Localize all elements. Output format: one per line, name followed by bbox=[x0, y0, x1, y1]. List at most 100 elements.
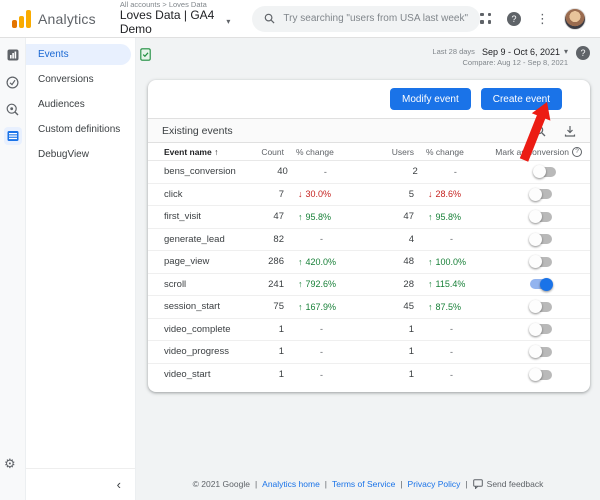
users-change: - bbox=[450, 369, 453, 380]
link-analytics-home[interactable]: Analytics home bbox=[262, 479, 320, 489]
table-row: session_start 75 ↑ 167.9% 45 ↑ 87.5% bbox=[148, 296, 590, 319]
arrow-down-icon: ↓ bbox=[298, 189, 303, 200]
table-row: click 7 ↓ 30.0% 5 ↓ 28.6% bbox=[148, 184, 590, 206]
conversion-toggle[interactable] bbox=[529, 232, 552, 246]
event-name: click bbox=[164, 188, 183, 200]
toggle-knob bbox=[529, 300, 542, 314]
conversion-toggle[interactable] bbox=[532, 165, 556, 179]
events-table-body: bens_conversion 40 - 2 - click 7 ↓ 30.0% … bbox=[148, 161, 590, 386]
count-change: ↑ 167.9% bbox=[298, 301, 337, 312]
event-count: 47 bbox=[273, 211, 284, 223]
date-range-picker[interactable]: Last 28 days Sep 9 - Oct 6, 2021 ▾ bbox=[432, 46, 568, 58]
conversion-toggle[interactable] bbox=[529, 368, 552, 382]
property-selector[interactable]: Loves Data | GA4 Demo ▾ bbox=[119, 8, 231, 36]
arrow-up-icon: ↑ bbox=[428, 211, 433, 222]
configure-icon[interactable] bbox=[3, 127, 22, 145]
search-icon bbox=[265, 13, 275, 24]
column-count-change: % change bbox=[296, 146, 334, 157]
search-input[interactable]: Try searching "users from USA last week" bbox=[252, 5, 480, 32]
compare-range: Compare: Aug 12 - Sep 8, 2021 bbox=[462, 58, 569, 68]
chevron-down-icon: ▾ bbox=[563, 46, 568, 56]
conversion-toggle[interactable] bbox=[529, 300, 552, 314]
analytics-logo[interactable]: Analytics bbox=[0, 9, 106, 28]
conversion-toggle[interactable] bbox=[529, 322, 552, 336]
date-preset: Last 28 days bbox=[432, 47, 475, 56]
conversion-toggle[interactable] bbox=[529, 210, 552, 224]
users-change: - bbox=[450, 346, 453, 357]
count-change: ↑ 420.0% bbox=[298, 256, 337, 267]
users-change: - bbox=[453, 166, 457, 177]
conversion-toggle[interactable] bbox=[529, 255, 552, 269]
conversion-toggle[interactable] bbox=[529, 187, 552, 201]
toggle-knob bbox=[532, 165, 546, 179]
table-row: page_view 286 ↑ 420.0% 48 ↑ 100.0% bbox=[148, 251, 590, 274]
reports-icon[interactable] bbox=[4, 73, 22, 91]
apps-grid-icon[interactable] bbox=[480, 12, 492, 25]
event-name: page_view bbox=[164, 256, 210, 268]
config-sidenav: Events Conversions Audiences Custom defi… bbox=[26, 38, 136, 500]
table-row: bens_conversion 40 - 2 - bbox=[148, 161, 590, 184]
conversion-toggle[interactable] bbox=[530, 277, 553, 291]
date-range-value: Sep 9 - Oct 6, 2021 bbox=[481, 47, 560, 57]
event-users: 1 bbox=[408, 346, 414, 358]
count-change: - bbox=[320, 324, 323, 335]
event-users: 45 bbox=[403, 301, 414, 313]
help-icon[interactable]: ? bbox=[507, 11, 521, 26]
date-help-icon[interactable]: ? bbox=[576, 46, 590, 60]
admin-gear-icon[interactable]: ⚙ bbox=[4, 456, 16, 472]
ga4-events-page: Analytics All accounts > Loves Data Love… bbox=[0, 0, 600, 500]
event-count: 241 bbox=[268, 278, 284, 290]
modify-event-button[interactable]: Modify event bbox=[390, 88, 471, 110]
users-change: ↑ 100.0% bbox=[428, 256, 467, 267]
arrow-up-icon: ↑ bbox=[428, 256, 433, 267]
conversion-help-icon[interactable]: ? bbox=[572, 146, 582, 157]
event-count: 286 bbox=[268, 256, 284, 268]
chevron-down-icon: ▾ bbox=[226, 17, 231, 27]
event-count: 1 bbox=[278, 369, 284, 381]
top-app-bar: Analytics All accounts > Loves Data Love… bbox=[0, 0, 600, 38]
app-name: Analytics bbox=[38, 10, 96, 27]
link-terms-of-service[interactable]: Terms of Service bbox=[332, 479, 395, 489]
sidebar-item-conversions[interactable]: Conversions bbox=[26, 69, 131, 90]
home-icon[interactable] bbox=[4, 46, 22, 64]
table-row: video_complete 1 - 1 - bbox=[148, 319, 590, 341]
toggle-knob bbox=[529, 187, 542, 201]
table-search-icon[interactable] bbox=[534, 125, 546, 137]
event-name: video_complete bbox=[164, 323, 231, 335]
event-name: session_start bbox=[164, 301, 220, 313]
sidebar-item-custom-definitions[interactable]: Custom definitions bbox=[26, 119, 131, 140]
event-name: bens_conversion bbox=[164, 166, 236, 178]
overflow-menu-icon[interactable]: ⋮ bbox=[536, 11, 549, 27]
table-title: Existing events bbox=[162, 124, 233, 137]
count-change: - bbox=[320, 369, 323, 380]
sidenav-footer: ‹ bbox=[26, 468, 135, 500]
event-users: 28 bbox=[403, 278, 414, 290]
feedback-icon bbox=[472, 479, 483, 489]
property-name: Loves Data | GA4 Demo bbox=[119, 8, 215, 36]
send-feedback[interactable]: Send feedback bbox=[472, 479, 543, 489]
event-users: 1 bbox=[408, 323, 414, 335]
analytics-logo-icon bbox=[12, 9, 31, 28]
copyright: © 2021 Google bbox=[192, 479, 250, 489]
link-privacy-policy[interactable]: Privacy Policy bbox=[408, 479, 461, 489]
table-row: video_start 1 - 1 - bbox=[148, 364, 590, 387]
arrow-up-icon: ↑ bbox=[428, 279, 433, 290]
collapse-nav-icon[interactable]: ‹ bbox=[117, 477, 121, 492]
page-footer: © 2021 Google | Analytics home | Terms o… bbox=[192, 479, 544, 489]
toggle-knob bbox=[529, 255, 542, 269]
create-event-button[interactable]: Create event bbox=[480, 88, 562, 110]
sidebar-item-audiences[interactable]: Audiences bbox=[26, 94, 131, 115]
avatar[interactable] bbox=[564, 7, 586, 30]
users-change: - bbox=[450, 234, 453, 245]
toggle-knob bbox=[529, 368, 542, 382]
event-users: 47 bbox=[403, 211, 414, 223]
conversion-toggle[interactable] bbox=[529, 345, 552, 359]
sidebar-item-debugview[interactable]: DebugView bbox=[26, 144, 131, 165]
download-icon[interactable] bbox=[564, 125, 576, 137]
explore-icon[interactable] bbox=[4, 100, 22, 118]
table-header-row: Event name ↑ Count % change Users % chan… bbox=[148, 143, 590, 161]
sidebar-item-events[interactable]: Events bbox=[26, 44, 131, 65]
event-count: 75 bbox=[273, 301, 284, 313]
event-name: scroll bbox=[164, 278, 187, 290]
column-event-name[interactable]: Event name ↑ bbox=[148, 147, 232, 157]
